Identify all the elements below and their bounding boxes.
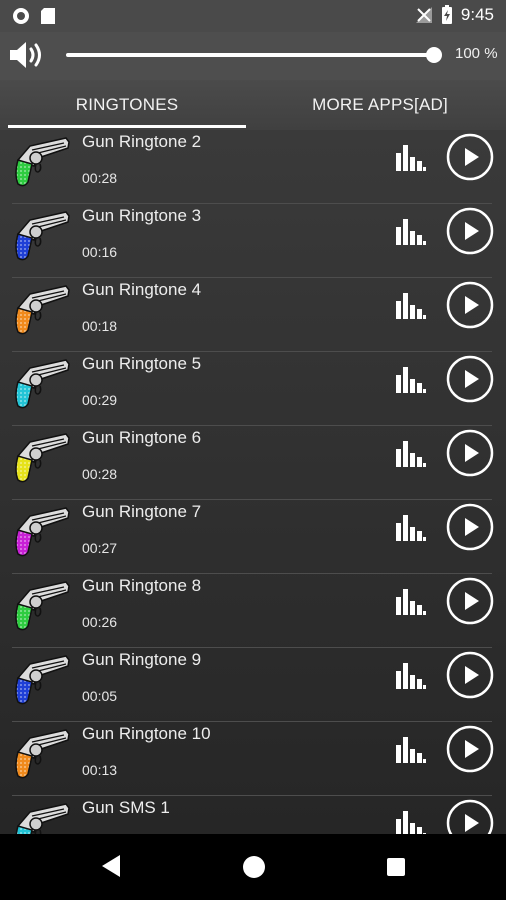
play-icon[interactable] [446, 355, 494, 403]
status-time: 9:45 [460, 5, 494, 24]
ringtone-row[interactable]: Gun Ringtone 7 00:27 [0, 500, 506, 574]
ringtone-title: Gun Ringtone 9 [82, 650, 202, 669]
circle-notification-icon [13, 8, 29, 24]
gun-thumbnail [12, 800, 72, 834]
gun-thumbnail [12, 726, 72, 782]
battery-charging-icon [441, 5, 452, 24]
play-icon[interactable] [446, 577, 494, 625]
gun-thumbnail [12, 282, 72, 338]
ringtone-duration: 00:29 [82, 392, 118, 408]
gun-thumbnail [12, 578, 72, 634]
status-bar: 9:45 [0, 0, 506, 32]
equalizer-icon[interactable] [396, 293, 426, 319]
tab-ringtones[interactable]: RINGTONES [8, 80, 246, 130]
equalizer-icon[interactable] [396, 811, 426, 834]
equalizer-icon[interactable] [396, 219, 426, 245]
equalizer-icon[interactable] [396, 737, 426, 763]
ringtone-row[interactable]: Gun Ringtone 2 00:28 [0, 130, 506, 204]
gun-thumbnail [12, 504, 72, 560]
home-icon[interactable] [243, 856, 265, 878]
play-icon[interactable] [446, 799, 494, 834]
tab-selected-indicator [8, 125, 246, 128]
play-icon[interactable] [446, 207, 494, 255]
ringtone-duration: 00:16 [82, 244, 118, 260]
equalizer-icon[interactable] [396, 589, 426, 615]
back-icon[interactable] [101, 854, 121, 878]
ringtone-row[interactable]: Gun SMS 1 [0, 796, 506, 834]
equalizer-icon[interactable] [396, 515, 426, 541]
gun-thumbnail [12, 208, 72, 264]
ringtone-row[interactable]: Gun Ringtone 9 00:05 [0, 648, 506, 722]
ringtone-row[interactable]: Gun Ringtone 4 00:18 [0, 278, 506, 352]
gun-thumbnail [12, 134, 72, 190]
ringtone-row[interactable]: Gun Ringtone 6 00:28 [0, 426, 506, 500]
ringtone-title: Gun Ringtone 4 [82, 280, 202, 299]
volume-slider-thumb[interactable] [426, 47, 442, 63]
sd-card-icon [41, 8, 55, 24]
equalizer-icon[interactable] [396, 663, 426, 689]
ringtone-title: Gun Ringtone 3 [82, 206, 202, 225]
ringtone-list[interactable]: Gun Ringtone 2 00:28 Gun Ringtone 3 00:16 Gu… [0, 130, 506, 834]
ringtone-title: Gun Ringtone 8 [82, 576, 202, 595]
ringtone-duration: 00:13 [82, 762, 118, 778]
equalizer-icon[interactable] [396, 145, 426, 171]
ringtone-title: Gun Ringtone 7 [82, 502, 202, 521]
gun-thumbnail [12, 430, 72, 486]
volume-bar: 100 % [0, 32, 506, 80]
gun-thumbnail [12, 356, 72, 412]
ringtone-title: Gun Ringtone 5 [82, 354, 202, 373]
ringtone-duration: 00:18 [82, 318, 118, 334]
ringtone-row[interactable]: Gun Ringtone 5 00:29 [0, 352, 506, 426]
ringtone-title: Gun Ringtone 2 [82, 132, 202, 151]
gun-thumbnail [12, 652, 72, 708]
play-icon[interactable] [446, 133, 494, 181]
ringtone-title: Gun SMS 1 [82, 798, 170, 817]
equalizer-icon[interactable] [396, 367, 426, 393]
ringtone-row[interactable]: Gun Ringtone 8 00:26 [0, 574, 506, 648]
ringtone-duration: 00:28 [82, 170, 118, 186]
ringtone-row[interactable]: Gun Ringtone 3 00:16 [0, 204, 506, 278]
ringtone-duration: 00:05 [82, 688, 118, 704]
ringtone-duration: 00:27 [82, 540, 118, 556]
volume-slider-track[interactable] [66, 53, 434, 57]
no-signal-icon [415, 7, 432, 23]
recent-apps-icon[interactable] [387, 858, 405, 876]
ringtone-title: Gun Ringtone 6 [82, 428, 202, 447]
play-icon[interactable] [446, 429, 494, 477]
speaker-icon[interactable] [8, 40, 46, 70]
ringtone-row[interactable]: Gun Ringtone 10 00:13 [0, 722, 506, 796]
ringtone-duration: 00:26 [82, 614, 118, 630]
play-icon[interactable] [446, 281, 494, 329]
equalizer-icon[interactable] [396, 441, 426, 467]
tab-more-apps[interactable]: MORE APPS[AD] [262, 80, 498, 130]
volume-level-label: 100 % [455, 45, 498, 62]
play-icon[interactable] [446, 503, 494, 551]
navigation-bar [0, 834, 506, 900]
play-icon[interactable] [446, 651, 494, 699]
ringtone-duration: 00:28 [82, 466, 118, 482]
tab-bar: RINGTONES MORE APPS[AD] [0, 80, 506, 130]
ringtone-title: Gun Ringtone 10 [82, 724, 211, 743]
play-icon[interactable] [446, 725, 494, 773]
